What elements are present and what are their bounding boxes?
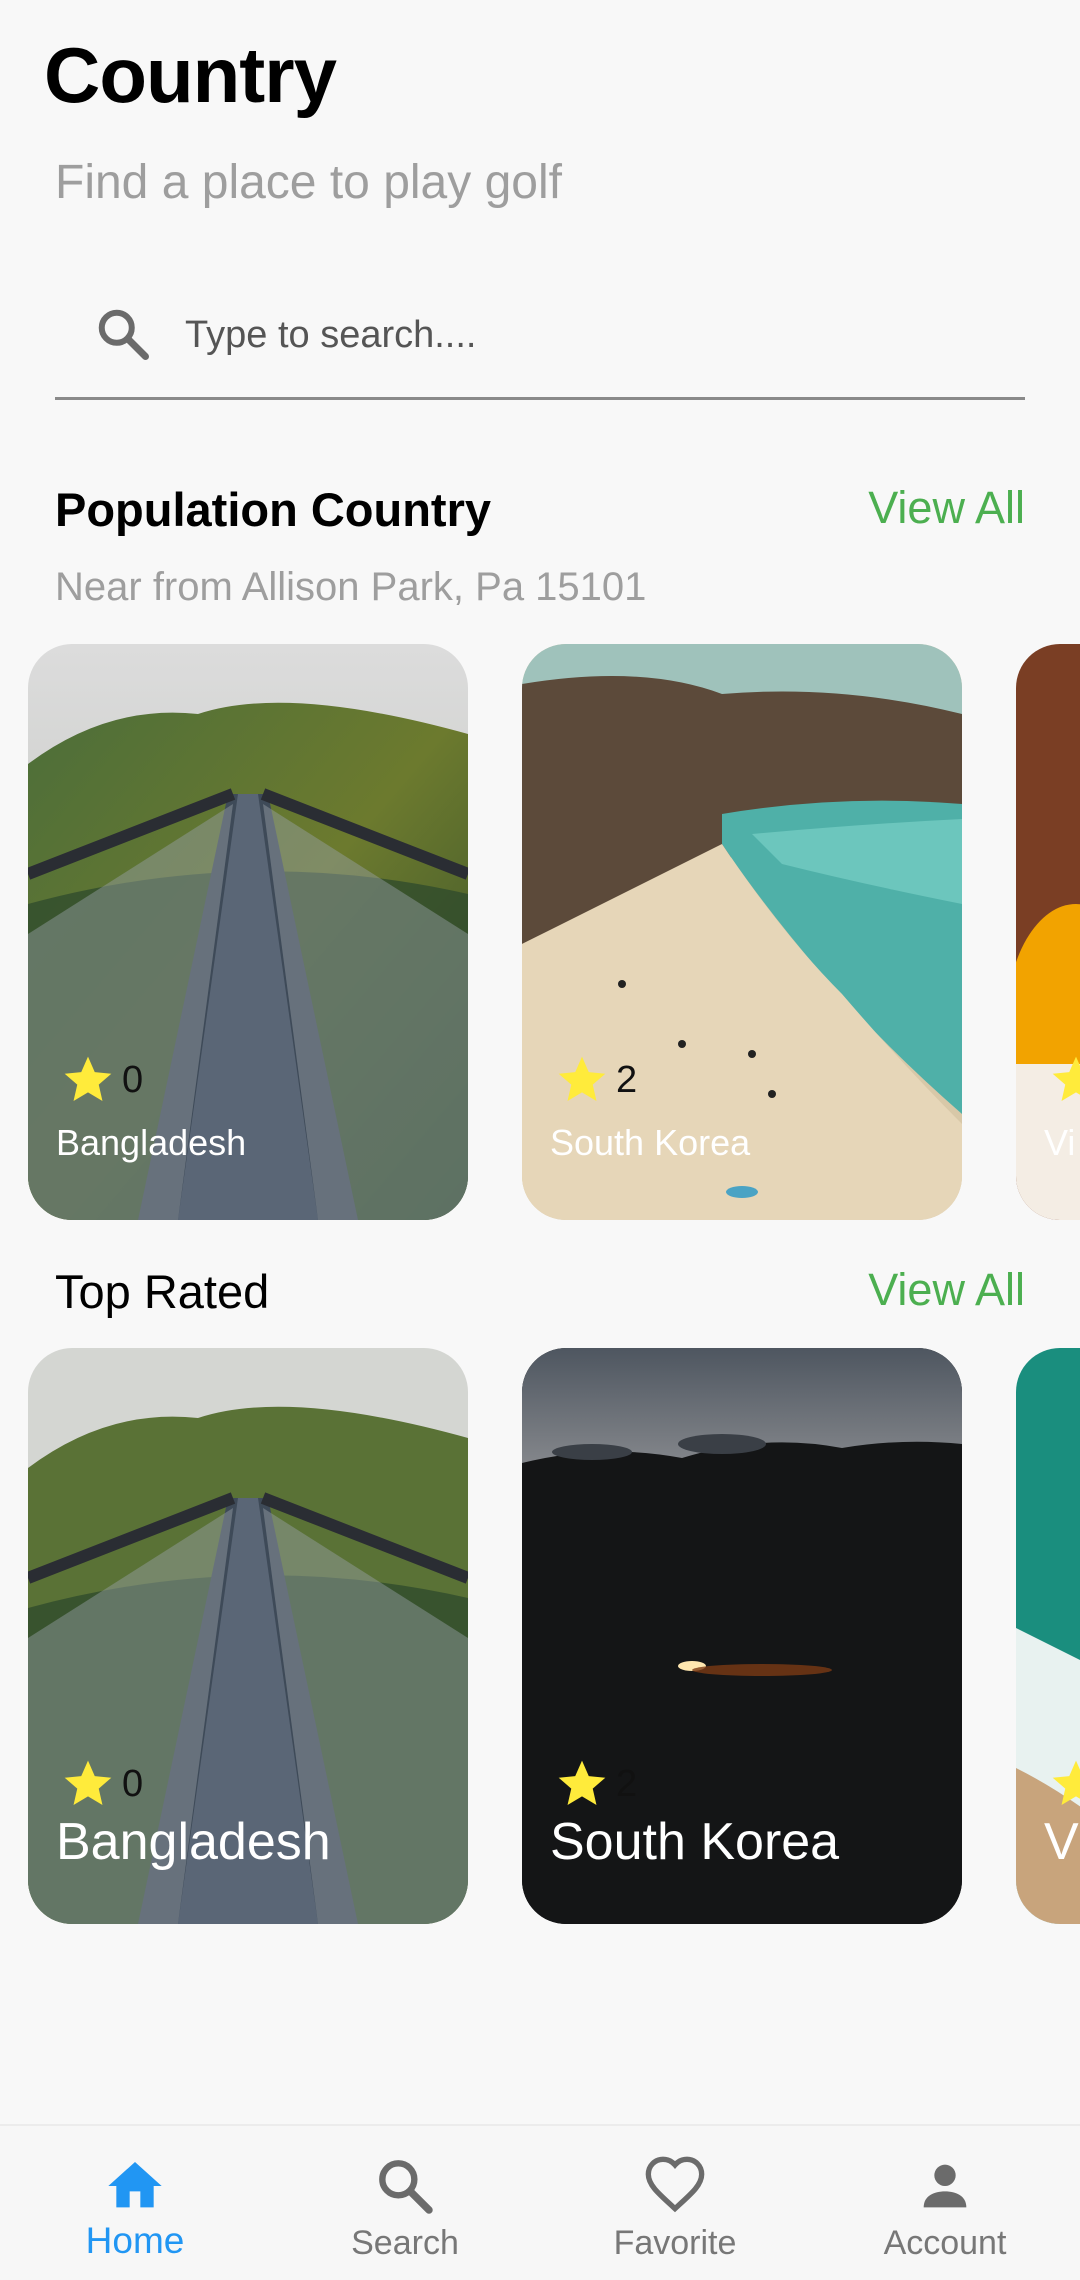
card-country-name: Vi — [1044, 1122, 1076, 1163]
page-title: Country — [44, 31, 337, 119]
heart-icon — [645, 2156, 705, 2213]
person-icon — [923, 2164, 967, 2208]
popular-section-title: Population Country — [55, 483, 492, 536]
top-rated-carousel[interactable]: 0 Bangladesh 2 South Korea V — [0, 1348, 1080, 1928]
rating-value: 0 — [122, 1762, 144, 1805]
star-icon — [558, 1056, 606, 1101]
rating-value: 0 — [122, 1058, 144, 1101]
card-country-name: V — [1044, 1813, 1079, 1871]
home-icon — [108, 2162, 162, 2208]
popular-section-subtitle: Near from Allison Park, Pa 15101 — [55, 565, 647, 609]
top-rated-section-title: Top Rated — [55, 1265, 270, 1318]
bottom-navigation: Home Search Favorite Account — [0, 2124, 1080, 2280]
card-country-name: Bangladesh — [56, 1813, 331, 1871]
rating-value: 2 — [616, 1058, 638, 1101]
nav-account-label: Account — [883, 2224, 1007, 2262]
rating — [1048, 1052, 1080, 1108]
star-icon — [558, 1760, 606, 1805]
card-country-name: South Korea — [550, 1122, 751, 1163]
popular-view-all-link[interactable]: View All — [868, 482, 1025, 534]
country-card[interactable]: Vi — [1016, 644, 1080, 1220]
rating: 2 — [554, 1756, 637, 1812]
search-input[interactable] — [185, 300, 1005, 370]
country-card[interactable]: V — [1016, 1348, 1080, 1924]
card-country-name: South Korea — [550, 1813, 840, 1871]
star-icon — [1052, 1760, 1080, 1805]
search-bar[interactable] — [55, 290, 1025, 400]
country-screen: Country Find a place to play golf Popula… — [0, 0, 1080, 2280]
star-icon — [64, 1056, 112, 1101]
rating: 0 — [60, 1052, 143, 1108]
star-icon — [64, 1760, 112, 1805]
nav-search[interactable]: Search — [270, 2126, 540, 2280]
rating: 0 — [60, 1756, 143, 1812]
country-card[interactable]: 0 Bangladesh — [28, 644, 468, 1220]
nav-home-label: Home — [85, 2220, 185, 2261]
card-country-name: Bangladesh — [56, 1122, 247, 1163]
popular-carousel[interactable]: 0 Bangladesh 2 South Korea Vi — [0, 644, 1080, 1224]
nav-home[interactable]: Home — [0, 2126, 270, 2280]
star-icon — [1052, 1056, 1080, 1101]
nav-account[interactable]: Account — [810, 2126, 1080, 2280]
top-rated-view-all-link[interactable]: View All — [868, 1264, 1025, 1316]
rating-value: 2 — [616, 1762, 638, 1805]
rating — [1048, 1756, 1080, 1812]
search-icon — [98, 309, 149, 360]
country-card[interactable]: 0 Bangladesh — [28, 1348, 468, 1924]
nav-search-label: Search — [351, 2224, 459, 2262]
page-subtitle: Find a place to play golf — [55, 156, 562, 209]
nav-favorite[interactable]: Favorite — [540, 2126, 810, 2280]
nav-favorite-label: Favorite — [613, 2224, 737, 2262]
search-icon — [379, 2160, 433, 2214]
country-card[interactable]: 2 South Korea — [522, 1348, 962, 1924]
rating: 2 — [554, 1052, 637, 1108]
country-card[interactable]: 2 South Korea — [522, 644, 962, 1220]
